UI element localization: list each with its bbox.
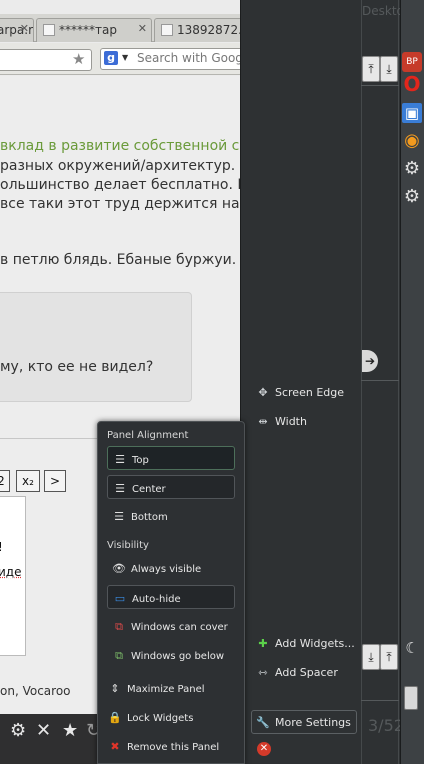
close-icon[interactable]: ✕ xyxy=(20,22,29,35)
favicon-icon xyxy=(43,24,55,36)
panel-max-height-handle[interactable]: ⤓ xyxy=(380,56,398,82)
maximize-panel-button[interactable]: ⇕ Maximize Panel xyxy=(103,676,243,700)
windows-can-cover-option[interactable]: ⧉ Windows can cover xyxy=(107,614,235,638)
divider xyxy=(398,0,399,764)
align-lines-icon: ☰ xyxy=(115,453,125,466)
maximize-icon: ⇕ xyxy=(110,682,120,695)
align-center-option[interactable]: ☰ Center xyxy=(107,475,235,499)
divider xyxy=(361,380,399,381)
align-bottom-option[interactable]: ☰ Bottom xyxy=(107,504,235,528)
wrench-icon: 🔧 xyxy=(256,716,270,729)
auto-hide-option[interactable]: ▭ Auto-hide xyxy=(107,585,235,609)
superscript-button[interactable]: 2 xyxy=(0,470,10,492)
firefox-icon[interactable]: ◉ xyxy=(402,131,422,151)
bookmark-star-icon[interactable]: ★ xyxy=(72,50,85,68)
next-button[interactable]: > xyxy=(44,470,66,492)
spacer-icon: ⇿ xyxy=(258,666,268,679)
windows-below-icon: ⧉ xyxy=(115,649,123,662)
close-icon[interactable]: ✕ xyxy=(138,22,147,35)
page-text: on, Vocaroo xyxy=(0,684,71,698)
align-top-option[interactable]: ☰ Top xyxy=(107,446,235,470)
divider xyxy=(361,85,399,86)
gear-icon[interactable]: ⚙ xyxy=(10,720,26,741)
browser-tab[interactable]: ******тар ✕ xyxy=(36,18,152,42)
close-icon[interactable]: ✕ xyxy=(36,720,51,741)
page-text: в петлю блядь. Ебаные буржуи. xyxy=(0,252,237,268)
add-widgets-button[interactable]: ✚ Add Widgets... xyxy=(255,637,354,650)
search-placeholder: Search with Google xyxy=(137,51,254,65)
screen-edge-button[interactable]: ✥ Screen Edge xyxy=(255,386,344,399)
settings-icon[interactable]: ⚙ xyxy=(402,187,422,207)
resize-horizontal-icon: ⇹ xyxy=(258,415,268,428)
editor-text: ! xyxy=(0,540,3,554)
browser-tab[interactable]: arpa.ru✕ xyxy=(0,18,34,42)
monitor-icon: ▭ xyxy=(114,592,126,605)
windows-go-below-option[interactable]: ⧉ Windows go below xyxy=(107,643,235,667)
remove-icon: ✖ xyxy=(110,740,120,753)
gear-icon[interactable]: ⚙ xyxy=(402,159,422,179)
eye-icon: 👁 xyxy=(112,562,126,575)
chevron-down-icon[interactable]: ▼ xyxy=(122,53,128,62)
visibility-heading: Visibility xyxy=(107,540,149,551)
close-panel-controller-icon[interactable]: ✕ xyxy=(257,742,271,756)
editor-text: иде xyxy=(0,565,22,579)
panel-alignment-heading: Panel Alignment xyxy=(107,430,189,441)
move-icon: ✥ xyxy=(258,386,268,399)
align-lines-icon: ☰ xyxy=(114,510,124,523)
ghost-counter: 3/52 xyxy=(368,716,404,735)
google-icon[interactable]: g xyxy=(104,51,118,65)
lock-widgets-button[interactable]: 🔒 Lock Widgets xyxy=(103,705,243,729)
app-icon[interactable]: BP xyxy=(402,52,422,72)
align-lines-icon: ☰ xyxy=(115,482,125,495)
star-icon[interactable]: ★ xyxy=(62,720,78,741)
width-button[interactable]: ⇹ Width xyxy=(255,415,307,428)
page-text: му, кто ее не видел? xyxy=(0,359,154,375)
plus-icon: ✚ xyxy=(258,637,268,650)
windows-cover-icon: ⧉ xyxy=(115,620,123,633)
add-spacer-button[interactable]: ⇿ Add Spacer xyxy=(255,666,337,679)
panel-min-height-handle[interactable]: ⤓ xyxy=(362,644,380,670)
favicon-icon xyxy=(161,24,173,36)
quote-box xyxy=(0,292,192,402)
panel-offset-handle[interactable]: ⤒ xyxy=(380,644,398,670)
more-settings-button[interactable]: 🔧 More Settings xyxy=(251,710,357,734)
panel-offset-handle[interactable]: ⤒ xyxy=(362,56,380,82)
opera-icon[interactable]: O xyxy=(402,74,422,94)
remove-panel-button[interactable]: ✖ Remove this Panel xyxy=(103,734,243,758)
lock-icon: 🔒 xyxy=(108,711,122,724)
scrollbar[interactable] xyxy=(404,686,418,710)
desktop-icon[interactable]: ▣ xyxy=(402,103,422,123)
divider xyxy=(361,700,399,701)
always-visible-option[interactable]: 👁 Always visible xyxy=(107,556,235,580)
moon-icon: ☾ xyxy=(405,639,419,657)
subscript-button[interactable]: x₂ xyxy=(16,470,40,492)
